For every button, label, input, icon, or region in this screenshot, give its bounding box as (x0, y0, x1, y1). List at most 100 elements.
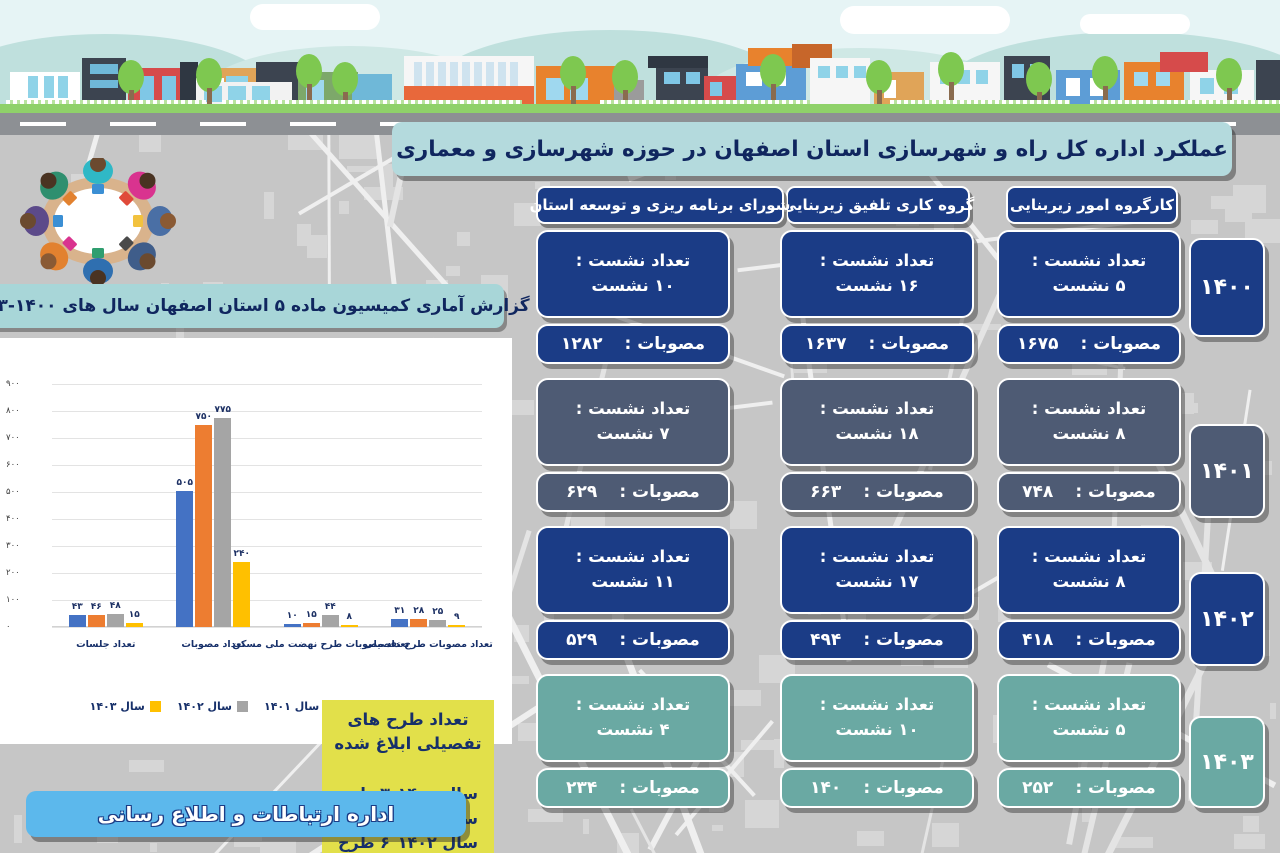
approvals-card: مصوبات : ۴۹۴ (780, 620, 974, 660)
meetings-card-value: ۴ نشست (596, 720, 670, 739)
chart-bar-label: ۴۶ (90, 601, 102, 612)
chart-y-tick: ۸۰۰ (6, 406, 20, 416)
infographic-root: عملکرد اداره کل راه و شهرسازی استان اصفه… (0, 0, 1280, 853)
people-around-table-illustration (14, 156, 182, 286)
page-title-text: عملکرد اداره کل راه و شهرسازی استان اصفه… (396, 136, 1228, 162)
meetings-card-label: تعداد نشست : (575, 547, 691, 567)
chart-bar (106, 614, 124, 627)
column-header-2: گروه کاری تلفیق زیربنایی (782, 186, 974, 224)
page-title: عملکرد اداره کل راه و شهرسازی استان اصفه… (392, 122, 1232, 176)
approvals-card: مصوبات : ۶۲۹ (536, 472, 730, 512)
meetings-card-value: ۱۶ نشست (835, 276, 919, 295)
approvals-card-label: مصوبات : (868, 334, 950, 354)
meetings-card: تعداد نشست : ۸ نشست (997, 526, 1181, 614)
approvals-card-label: مصوبات : (1075, 482, 1156, 502)
approvals-card-label: مصوبات : (619, 778, 700, 798)
chart-bar (195, 424, 213, 627)
chart-gridline (52, 627, 482, 628)
meetings-card: تعداد نشست : ۱۱ نشست (536, 526, 730, 614)
publisher-banner-text: اداره ارتباطات و اطلاع رسانی (97, 802, 395, 826)
approvals-card: مصوبات : ۶۶۳ (780, 472, 974, 512)
chart-y-tick: ۵۰۰ (6, 487, 20, 497)
column-header-1: کارگروه امور زیربنایی (1006, 186, 1178, 224)
chart-bar-label: ۴۴ (324, 602, 336, 613)
chart-gridline (52, 492, 482, 493)
meetings-card-value: ۸ نشست (1052, 572, 1126, 591)
meetings-card: تعداد نشست : ۱۰ نشست (536, 230, 730, 318)
year-badge-۱۴۰۲: ۱۴۰۲ (1189, 572, 1265, 666)
chart-bar (302, 622, 320, 627)
meetings-card-value: ۵ نشست (1052, 276, 1126, 295)
meetings-card-value: ۱۰ نشست (835, 720, 919, 739)
approvals-card-value: ۲۳۴ (566, 778, 598, 798)
chart-legend-item: سال ۱۴۰۲ (177, 700, 248, 713)
year-badge-۱۴۰۰: ۱۴۰۰ (1189, 238, 1265, 337)
chart-bar-label: ۴۸ (109, 601, 121, 612)
approvals-card-value: ۱۶۷۵ (1016, 334, 1059, 354)
meetings-card: تعداد نشست : ۱۶ نشست (780, 230, 974, 318)
chart-y-tick: ۰ (6, 622, 11, 632)
chart-bar-label: ۱۵ (305, 609, 317, 620)
meetings-card-label: تعداد نشست : (819, 251, 935, 271)
approvals-card-label: مصوبات : (1075, 778, 1156, 798)
chart-legend-label: سال ۱۴۰۱ (264, 700, 320, 713)
chart-bar-label: ۷۵۰ (195, 411, 212, 422)
meetings-card: تعداد نشست : ۵ نشست (997, 230, 1181, 318)
approvals-card-label: مصوبات : (863, 778, 944, 798)
meetings-card: تعداد نشست : ۱۷ نشست (780, 526, 974, 614)
meetings-card-label: تعداد نشست : (819, 695, 935, 715)
publisher-banner: اداره ارتباطات و اطلاع رسانی (26, 791, 466, 837)
approvals-card: مصوبات : ۴۱۸ (997, 620, 1181, 660)
approvals-card: مصوبات : ۷۴۸ (997, 472, 1181, 512)
meetings-card-label: تعداد نشست : (575, 399, 691, 419)
meetings-card-value: ۸ نشست (1052, 424, 1126, 443)
approvals-card-value: ۱۴۰ (810, 778, 842, 798)
cityscape-illustration (0, 0, 1280, 120)
chart-bar (283, 624, 301, 627)
approvals-card-value: ۲۵۲ (1022, 778, 1054, 798)
meetings-card-value: ۵ نشست (1052, 720, 1126, 739)
meetings-card: تعداد نشست : ۴ نشست (536, 674, 730, 762)
chart-bar-label: ۱۵ (128, 609, 140, 620)
chart-gridline (52, 411, 482, 412)
approvals-card-value: ۷۴۸ (1022, 482, 1054, 502)
chart-legend-swatch (149, 701, 161, 712)
callout-title-line1: تعداد طرح های (347, 710, 469, 729)
meetings-card-label: تعداد نشست : (575, 251, 691, 271)
meetings-card-label: تعداد نشست : (1031, 251, 1147, 271)
year-badge-label: ۱۴۰۰ (1200, 275, 1254, 300)
approvals-card-label: مصوبات : (619, 482, 700, 502)
chart-legend-item: سال ۱۴۰۳ (90, 700, 161, 713)
year-badge-label: ۱۴۰۳ (1200, 749, 1254, 775)
meetings-card-value: ۷ نشست (596, 424, 670, 443)
meetings-card-value: ۱۱ نشست (591, 572, 675, 591)
callout-title-line2: تفصیلی ابلاغ شده (334, 733, 482, 753)
chart-bar (391, 618, 409, 627)
chart-gridline (52, 573, 482, 574)
year-badge-label: ۱۴۰۱ (1200, 458, 1254, 484)
chart-bar (87, 614, 105, 627)
year-badge-۱۴۰۱: ۱۴۰۱ (1189, 424, 1265, 518)
chart-bar-label: ۵۰۵ (176, 477, 193, 488)
chart-category-label: تعداد مصوبات طرح نهضت ملی مسکن (232, 639, 410, 650)
approvals-card: مصوبات : ۱۴۰ (780, 768, 974, 808)
meetings-card-label: تعداد نشست : (1031, 695, 1147, 715)
approvals-card-label: مصوبات : (1075, 630, 1156, 650)
year-badge-label: ۱۴۰۲ (1200, 606, 1254, 632)
chart-bar (125, 622, 143, 627)
chart-bar (429, 620, 447, 627)
chart-y-tick: ۷۰۰ (6, 433, 20, 443)
meetings-card: تعداد نشست : ۸ نشست (997, 378, 1181, 466)
meetings-card-label: تعداد نشست : (1031, 547, 1147, 567)
approvals-card-label: مصوبات : (1080, 334, 1162, 354)
chart-bar-label: ۷۷۵ (214, 404, 231, 415)
chart-y-tick: ۲۰۰ (6, 568, 20, 578)
column-header-3: شورای برنامه ریزی و توسعه استان (530, 186, 790, 224)
meetings-card-value: ۱۸ نشست (835, 424, 919, 443)
approvals-card-value: ۵۲۹ (566, 630, 598, 650)
meetings-card-value: ۱۷ نشست (835, 572, 919, 591)
approvals-card: مصوبات : ۲۳۴ (536, 768, 730, 808)
meetings-card-value: ۱۰ نشست (591, 276, 675, 295)
approvals-card-label: مصوبات : (624, 334, 706, 354)
chart-y-tick: ۶۰۰ (6, 460, 20, 470)
